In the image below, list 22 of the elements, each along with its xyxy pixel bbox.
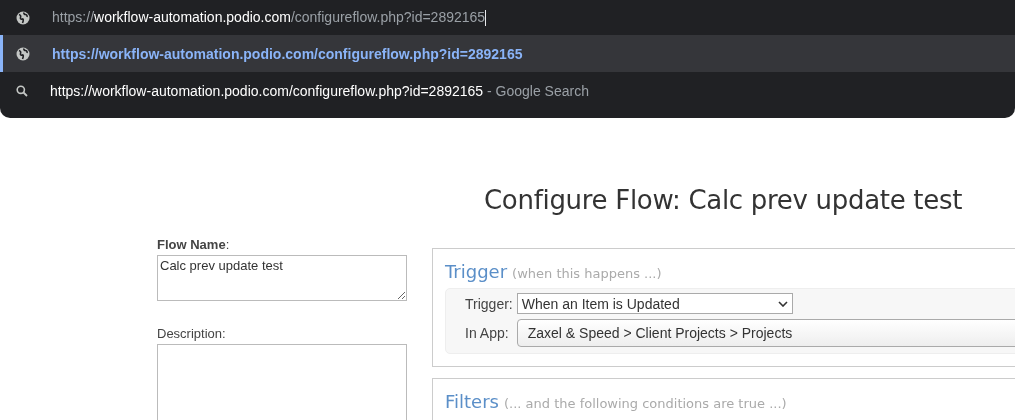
trigger-dropdown[interactable]: When an Item is Updated (516, 293, 793, 314)
globe-icon (16, 46, 30, 61)
panel-title: Trigger (445, 261, 508, 282)
page-title: Configure Flow: Calc prev update test (484, 185, 964, 215)
panel-hint: (when this happens ...) (512, 266, 662, 281)
suggestion-item[interactable]: https://workflow-automation.podio.com/configureflow.php?id=2892165 - Google Search (0, 72, 1015, 109)
flow-name-field[interactable]: Calc prev update test (157, 255, 407, 301)
field-label: Trigger: (465, 295, 513, 312)
globe-icon (16, 10, 30, 25)
panel-hint: (... and the following conditions are true ...) (503, 396, 787, 411)
panel-title: Filters (445, 391, 499, 412)
chevron-icon (777, 300, 788, 307)
suggestion-item[interactable]: https://workflow-automation.podio.com/configureflow.php?id=2892165 (0, 35, 1015, 72)
address-field[interactable]: https://workflow-automation.podio.com/configureflow.php?id=2892165 (52, 8, 487, 27)
suggestion-text: https://workflow-automation.podio.com/configureflow.php?id=2892165 (52, 45, 523, 62)
description-field[interactable] (157, 344, 407, 420)
field-label: In App: (465, 325, 510, 341)
suggestion-text: https://workflow-automation.podio.com/configureflow.php?id=2892165 - Google Search (50, 82, 589, 99)
app-picker[interactable]: Zaxel & Speed > Client Projects > Projects (516, 319, 1015, 347)
search-icon (16, 84, 28, 97)
flow-name-label: Flow Name: (157, 237, 231, 252)
description-label: Description: (157, 326, 227, 341)
